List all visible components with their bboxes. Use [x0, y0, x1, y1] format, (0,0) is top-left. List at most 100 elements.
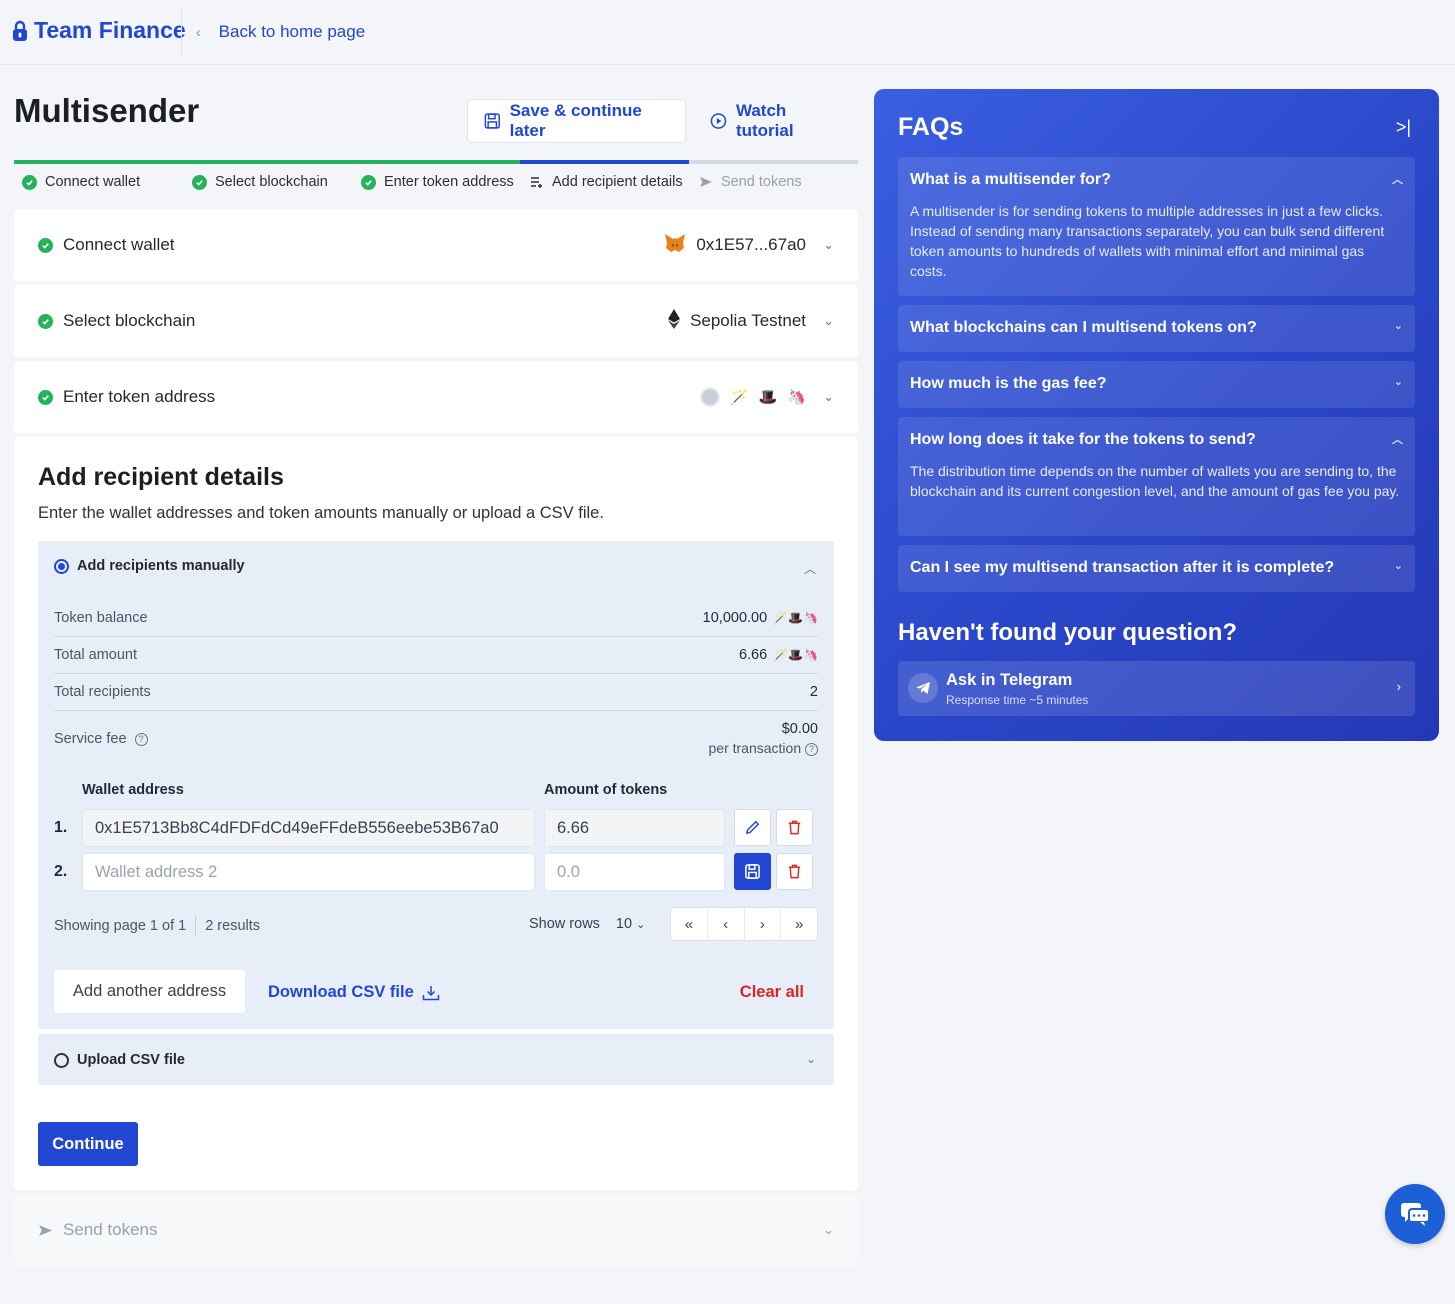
ethereum-icon: [668, 308, 681, 334]
stat-label: Total amount: [54, 647, 138, 663]
chat-support-button[interactable]: [1385, 1184, 1445, 1244]
section-subtitle: Enter the wallet addresses and token amo…: [38, 504, 604, 522]
total-recipients-value: 2: [809, 684, 818, 700]
section-label: Send tokens: [63, 1220, 158, 1239]
step-label: Connect wallet: [45, 174, 141, 190]
chevron-up-icon[interactable]: ︿: [804, 560, 816, 577]
list-add-icon: [531, 177, 542, 188]
faq-question: Can I see my multisend transaction after…: [910, 559, 1335, 576]
telegram-icon: [908, 673, 938, 703]
chevron-down-icon: ⌄: [823, 389, 834, 404]
faq-item[interactable]: How long does it take for the tokens to …: [898, 417, 1415, 536]
check-icon: [22, 174, 37, 190]
progress-bar: [14, 160, 858, 164]
not-found-heading: Haven't found your question?: [898, 619, 1238, 646]
telegram-title: Ask in Telegram: [946, 671, 1073, 689]
chevron-down-icon: ⌄: [1393, 320, 1403, 332]
last-page-button[interactable]: »: [781, 908, 817, 940]
ask-telegram-button[interactable]: Ask in Telegram Response time ~5 minutes…: [898, 661, 1415, 716]
chevron-down-icon: ⌄: [823, 1222, 834, 1237]
add-another-address-button[interactable]: Add another address: [54, 970, 245, 1013]
back-link[interactable]: ‹ Back to home page: [196, 22, 365, 42]
total-amount-row: Total amount 6.66 🪄🎩🦄: [54, 637, 818, 674]
wallet-address-input[interactable]: 0x1E5713Bb8C4dFDFdCd49eFFdeB556eebe53B67…: [82, 809, 535, 847]
token-balance-value: 10,000.00: [702, 610, 768, 626]
check-icon: [192, 174, 207, 190]
step-label: Enter token address: [384, 174, 514, 190]
wallet-address-short: 0x1E57...67a0: [696, 235, 806, 254]
save-continue-button[interactable]: Save & continue later: [467, 99, 686, 143]
amount-input[interactable]: 6.66: [544, 809, 725, 847]
show-rows-label: Show rows: [529, 916, 600, 932]
token-coin-icon: [699, 387, 720, 407]
step-add-recipients[interactable]: Add recipient details: [530, 174, 683, 190]
continue-button[interactable]: Continue: [38, 1122, 138, 1166]
faq-item[interactable]: What blockchains can I multisend tokens …: [898, 305, 1415, 352]
select-blockchain-section[interactable]: Select blockchain Sepolia Testnet ⌄: [14, 285, 858, 357]
row-number: 1.: [54, 819, 68, 836]
trash-icon: [788, 820, 801, 835]
rows-per-page-select[interactable]: 10 ⌄: [616, 916, 645, 932]
help-icon[interactable]: ?: [134, 732, 148, 746]
csv-radio-option[interactable]: Upload CSV file: [54, 1052, 185, 1068]
divider: [195, 916, 197, 936]
step-enter-token[interactable]: Enter token address: [361, 174, 514, 190]
total-amount-value: 6.66: [738, 647, 768, 663]
save-row-button[interactable]: [734, 853, 771, 890]
results-count: 2 results: [205, 918, 261, 934]
total-recipients-row: Total recipients 2: [54, 674, 818, 711]
chevron-right-icon: ›: [1396, 679, 1401, 694]
save-icon: [484, 113, 500, 129]
stat-label: Token balance: [54, 610, 148, 626]
faq-item[interactable]: Can I see my multisend transaction after…: [898, 545, 1415, 592]
enter-token-section[interactable]: Enter token address 🪄 🎩 🦄 ⌄: [14, 361, 858, 433]
manual-recipients-panel: Add recipients manually ︿ Token balance …: [38, 541, 834, 1029]
page-title: Multisender: [14, 92, 200, 129]
watch-label: Watch tutorial: [735, 101, 794, 140]
radio-unselected[interactable]: [54, 1052, 69, 1068]
chevron-up-icon: ︿: [1392, 434, 1403, 446]
faq-question: How much is the gas fee?: [910, 375, 1107, 392]
download-label: Download CSV file: [268, 983, 414, 1001]
faq-item[interactable]: How much is the gas fee? ⌄: [898, 361, 1415, 408]
delete-row-button[interactable]: [776, 809, 813, 846]
collapse-panel-icon[interactable]: >|: [1396, 117, 1411, 138]
next-page-button[interactable]: ›: [745, 908, 782, 940]
chevron-down-icon: ⌄: [1393, 560, 1403, 572]
clear-all-button[interactable]: Clear all: [740, 983, 804, 1002]
section-label: Select blockchain: [63, 311, 196, 330]
help-icon[interactable]: ?: [805, 742, 818, 756]
delete-row-button[interactable]: [776, 853, 813, 890]
send-icon: [700, 177, 712, 187]
brand-logo[interactable]: Team Finance: [12, 17, 186, 44]
radio-selected[interactable]: [54, 558, 69, 574]
blockchain-name: Sepolia Testnet: [690, 311, 806, 330]
first-page-button[interactable]: «: [671, 908, 708, 940]
step-label: Add recipient details: [552, 174, 683, 190]
manual-label: Add recipients manually: [77, 558, 245, 574]
manual-radio-option[interactable]: Add recipients manually: [54, 558, 245, 574]
amount-input[interactable]: 0.0: [544, 853, 725, 891]
upload-csv-panel[interactable]: Upload CSV file ⌄: [38, 1034, 834, 1085]
send-icon: [39, 1224, 52, 1236]
header-divider: [181, 8, 182, 56]
wallet-address-input[interactable]: Wallet address 2: [82, 853, 535, 891]
token-icons: 🪄🎩🦄: [773, 648, 818, 662]
prev-page-button[interactable]: ‹: [708, 908, 745, 940]
faq-question: How long does it take for the tokens to …: [910, 431, 1256, 448]
page-info: Showing page 1 of 1: [54, 918, 187, 934]
fee-amount: $0.00: [781, 721, 818, 737]
step-label: Select blockchain: [215, 174, 328, 190]
check-icon: [38, 389, 53, 405]
download-csv-link[interactable]: Download CSV file: [268, 983, 440, 1002]
watch-tutorial-button[interactable]: Watch tutorial: [696, 99, 858, 143]
connect-wallet-section[interactable]: Connect wallet 0x1E57...67a0 ⌄: [14, 209, 858, 281]
row-number: 2.: [54, 863, 68, 880]
step-select-blockchain[interactable]: Select blockchain: [192, 174, 328, 190]
edit-row-button[interactable]: [734, 809, 771, 846]
chevron-down-icon: ⌄: [1393, 376, 1403, 388]
faq-title: FAQs: [898, 113, 964, 141]
faq-item[interactable]: What is a multisender for? ︿ A multisende…: [898, 157, 1415, 296]
faq-answer: The distribution time depends on the num…: [910, 463, 1400, 499]
step-connect-wallet[interactable]: Connect wallet: [22, 174, 140, 190]
